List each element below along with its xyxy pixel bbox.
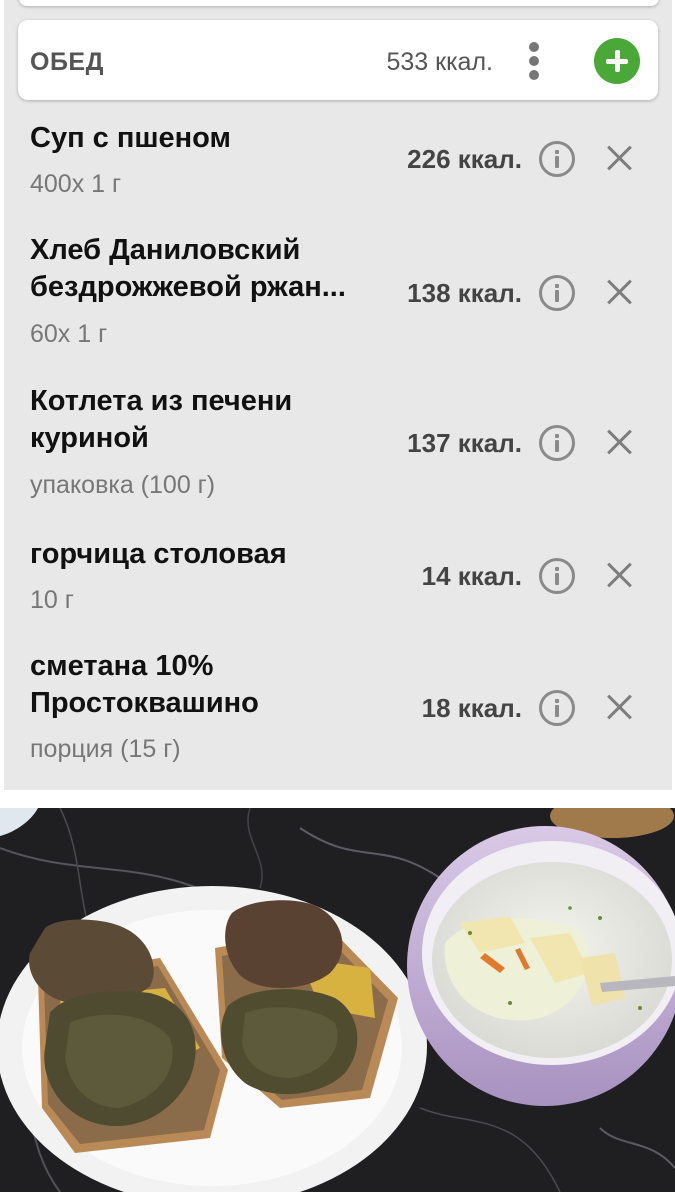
add-food-button[interactable]	[594, 38, 640, 84]
kebab-menu-icon[interactable]	[524, 42, 544, 80]
info-icon[interactable]	[539, 690, 575, 726]
food-item[interactable]: Хлеб Даниловский бездрожжевой ржан... 60…	[4, 232, 672, 357]
food-item[interactable]: Суп с пшеном 400x 1 г 226 ккал.	[4, 118, 672, 208]
meal-photo	[0, 808, 675, 1192]
close-icon[interactable]	[605, 144, 633, 172]
food-item-portion: упаковка (100 г)	[30, 471, 216, 499]
info-icon[interactable]	[539, 558, 575, 594]
close-icon[interactable]	[605, 693, 633, 721]
meal-diary: ОБЕД 533 ккал. Суп с пшеном 400x 1 г 226…	[4, 0, 672, 790]
food-item-portion: 10 г	[30, 586, 74, 614]
food-item-name: сметана 10% Простоквашино	[30, 650, 259, 719]
previous-meal-card[interactable]	[19, 0, 659, 6]
food-item-portion: 400x 1 г	[30, 170, 122, 198]
close-icon[interactable]	[605, 561, 633, 589]
info-icon[interactable]	[539, 425, 575, 461]
food-item-kcal: 137 ккал.	[407, 428, 522, 458]
food-item-portion: 60x 1 г	[30, 320, 108, 348]
food-item-portion: порция (15 г)	[30, 735, 181, 763]
food-item-name: Котлета из печени куриной	[30, 385, 293, 454]
meal-photo-image	[0, 808, 675, 1192]
food-item[interactable]: горчица столовая 10 г 14 ккал.	[4, 534, 672, 624]
meal-header-card[interactable]: ОБЕД 533 ккал.	[18, 20, 658, 100]
food-item-kcal: 226 ккал.	[407, 144, 522, 174]
close-icon[interactable]	[605, 278, 633, 306]
food-item-name: горчица столовая	[30, 538, 287, 570]
meal-title: ОБЕД	[30, 48, 104, 76]
info-icon[interactable]	[539, 141, 575, 177]
food-item-kcal: 14 ккал.	[421, 561, 522, 591]
food-item-name: Хлеб Даниловский бездрожжевой ржан...	[30, 234, 346, 303]
info-icon[interactable]	[539, 275, 575, 311]
meal-total-kcal: 533 ккал.	[386, 48, 493, 76]
food-item-kcal: 138 ккал.	[407, 278, 522, 308]
food-item[interactable]: сметана 10% Простоквашино порция (15 г) …	[4, 648, 672, 773]
food-item-kcal: 18 ккал.	[421, 693, 522, 723]
food-item[interactable]: Котлета из печени куриной упаковка (100 …	[4, 383, 672, 508]
close-icon[interactable]	[605, 428, 633, 456]
food-item-name: Суп с пшеном	[30, 122, 231, 154]
